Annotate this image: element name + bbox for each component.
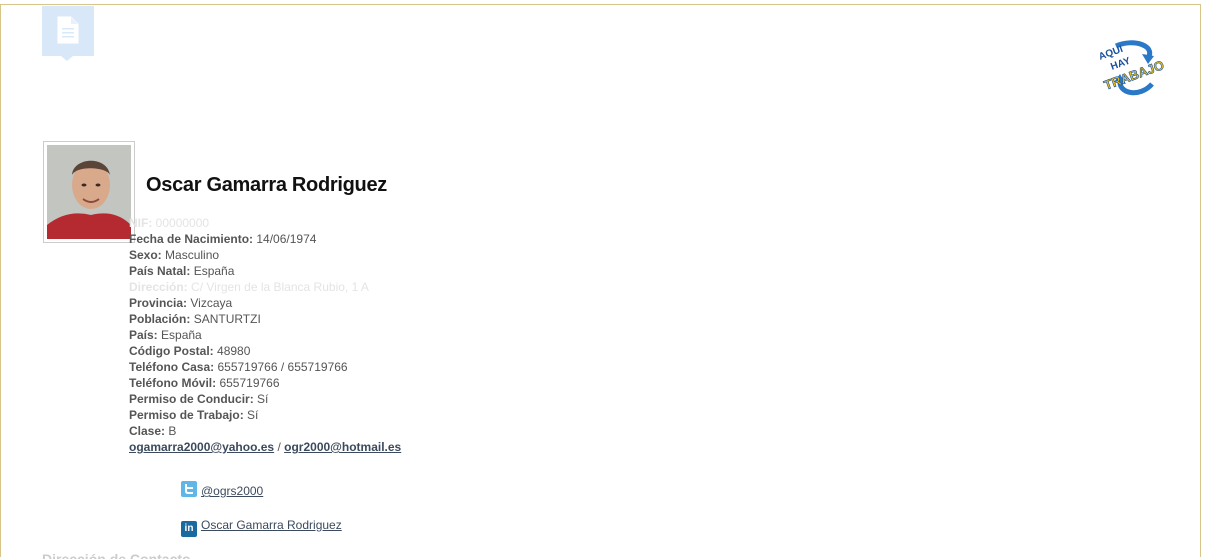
- info-value: C/ Virgen de la Blanca Rubio, 1 A: [191, 280, 369, 294]
- twitter-row: @ogrs2000: [181, 481, 263, 498]
- info-row-address: Dirección: C/ Virgen de la Blanca Rubio,…: [129, 279, 401, 295]
- info-label: País:: [129, 328, 158, 342]
- info-value: 655719766: [219, 376, 280, 390]
- info-value: Sí: [247, 408, 259, 422]
- info-label: Población:: [129, 312, 191, 326]
- info-row-town: Población: SANTURTZI: [129, 311, 401, 327]
- info-label: Permiso de Trabajo:: [129, 408, 244, 422]
- info-label: Sexo:: [129, 248, 162, 262]
- document-icon: [57, 16, 79, 44]
- info-value: 48980: [217, 344, 251, 358]
- info-value: Vizcaya: [190, 296, 233, 310]
- info-label: Clase:: [129, 424, 166, 438]
- info-label: Código Postal:: [129, 344, 214, 358]
- info-value: SANTURTZI: [193, 312, 261, 326]
- info-label: Fecha de Nacimiento:: [129, 232, 254, 246]
- info-value: 14/06/1974: [256, 232, 317, 246]
- info-row-work-permit: Permiso de Trabajo: Sí: [129, 407, 401, 423]
- info-value: B: [168, 424, 177, 438]
- info-row-driving-license: Permiso de Conducir: Sí: [129, 391, 401, 407]
- next-section-heading: Dirección de Contacto: [42, 551, 191, 559]
- info-value: España: [193, 264, 235, 278]
- info-row-postal: Código Postal: 48980: [129, 343, 401, 359]
- email-link-primary[interactable]: ogamarra2000@yahoo.es: [129, 440, 274, 454]
- document-tab[interactable]: [42, 6, 94, 56]
- profile-photo: [47, 145, 131, 239]
- linkedin-row: in Oscar Gamarra Rodriguez: [181, 518, 342, 537]
- info-label: Permiso de Conducir:: [129, 392, 254, 406]
- info-row-mobile-phone: Teléfono Móvil: 655719766: [129, 375, 401, 391]
- info-row-sex: Sexo: Masculino: [129, 247, 401, 263]
- info-value: 655719766 / 655719766: [217, 360, 348, 374]
- email-separator: /: [277, 440, 281, 454]
- candidate-name: Oscar Gamarra Rodriguez: [146, 174, 387, 196]
- aqui-hay-trabajo-logo[interactable]: AQUI HAY TRABAJO: [1096, 40, 1170, 98]
- personal-info: NIF: 00000000 Fecha de Nacimiento: 14/06…: [129, 215, 401, 455]
- linkedin-profile-link[interactable]: Oscar Gamarra Rodriguez: [201, 518, 342, 532]
- info-row-country: País: España: [129, 327, 401, 343]
- info-row-home-phone: Teléfono Casa: 655719766 / 655719766: [129, 359, 401, 375]
- twitter-icon[interactable]: [181, 481, 197, 497]
- info-value: Masculino: [165, 248, 220, 262]
- email-link-secondary[interactable]: ogr2000@hotmail.es: [284, 440, 401, 454]
- info-value: 00000000: [155, 216, 210, 230]
- info-label: País Natal:: [129, 264, 191, 278]
- info-label: NIF:: [129, 216, 153, 230]
- info-label: Teléfono Casa:: [129, 360, 215, 374]
- linkedin-icon[interactable]: in: [181, 521, 197, 537]
- profile-photo-frame: [43, 141, 135, 243]
- info-row-province: Provincia: Vizcaya: [129, 295, 401, 311]
- info-value: España: [161, 328, 202, 342]
- info-label: Teléfono Móvil:: [129, 376, 217, 390]
- info-row-nif: NIF: 00000000: [129, 215, 401, 231]
- info-value: Sí: [257, 392, 269, 406]
- info-label: Dirección:: [129, 280, 188, 294]
- info-label: Provincia:: [129, 296, 188, 310]
- document-tab-notch: [61, 56, 73, 61]
- info-row-license-class: Clase: B: [129, 423, 401, 439]
- info-row-emails: ogamarra2000@yahoo.es / ogr2000@hotmail.…: [129, 439, 401, 455]
- info-row-birth: Fecha de Nacimiento: 14/06/1974: [129, 231, 401, 247]
- info-row-birth-country: País Natal: España: [129, 263, 401, 279]
- twitter-handle-link[interactable]: @ogrs2000: [201, 484, 263, 498]
